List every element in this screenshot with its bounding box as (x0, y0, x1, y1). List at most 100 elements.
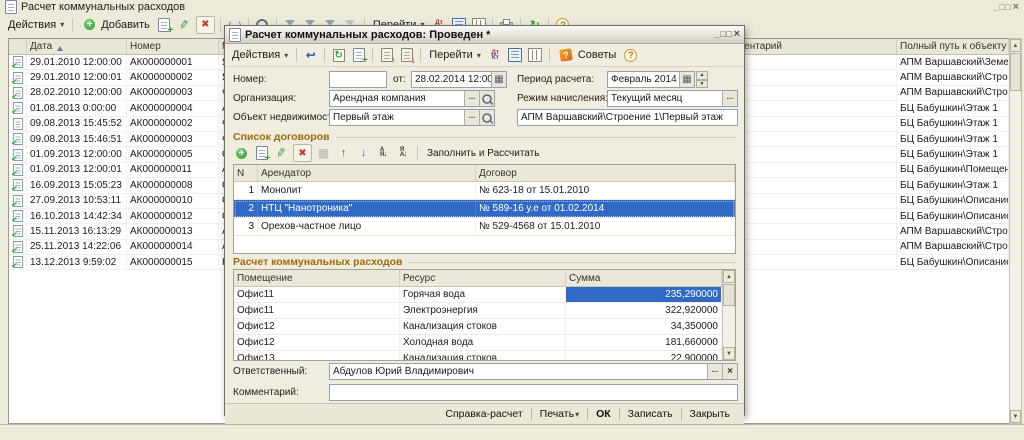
close-icon[interactable] (1013, 3, 1019, 12)
responsible-label: Ответственный: (233, 366, 307, 377)
calc-table-scrollbar[interactable]: ▲ ▼ (722, 270, 735, 360)
scroll-thumb[interactable] (1010, 53, 1021, 91)
calc-section-title: Расчет коммунальных расходов (225, 254, 744, 269)
date-field[interactable]: 28.02.2014 12:00:00 (411, 71, 507, 88)
copy-icon (353, 48, 365, 62)
table-row[interactable]: 2 НТЦ "Нанотроника" № 589-16 у.е от 01.0… (234, 200, 735, 218)
clear-icon[interactable] (722, 364, 737, 379)
table-row[interactable]: Офис12 Холодная вода 181,660000 (234, 335, 722, 351)
unpost-icon (401, 48, 413, 62)
post-button[interactable] (378, 47, 395, 63)
dialog-close-icon[interactable] (734, 30, 740, 39)
organization-field[interactable]: Арендная компания (329, 90, 495, 107)
contract-add-button[interactable] (233, 145, 250, 161)
delete-button[interactable] (196, 16, 215, 34)
close-button[interactable]: Закрыть (682, 408, 738, 420)
sort-asc-button[interactable]: АЯ (375, 145, 392, 161)
save-button[interactable]: Записать (620, 408, 681, 420)
spin-up-icon[interactable]: ▲ (696, 71, 708, 80)
copy-button[interactable] (156, 17, 173, 33)
add-button[interactable]: Добавить (78, 16, 153, 34)
column-n-header[interactable]: N (234, 165, 258, 181)
dialog-goto-menu-button[interactable]: Перейти (426, 48, 484, 62)
calendar-icon[interactable] (491, 72, 506, 87)
column-icon-header[interactable] (9, 39, 27, 54)
column-room-header[interactable]: Помещение (234, 270, 400, 286)
search-icon[interactable] (479, 110, 494, 125)
contract-grid-button[interactable] (315, 145, 332, 161)
dialog-minimize-icon[interactable] (715, 30, 720, 39)
dialog-actions-menu-button[interactable]: Действия (229, 48, 291, 62)
scroll-down-icon[interactable]: ▼ (723, 347, 735, 360)
responsible-field[interactable]: Абдулов Юрий Владимирович (329, 363, 738, 380)
edit-button[interactable] (176, 17, 193, 33)
spin-down-icon[interactable]: ▼ (696, 80, 708, 89)
tips-button[interactable]: Советы (555, 46, 619, 64)
comment-field[interactable] (329, 384, 738, 401)
dtkt-button[interactable]: ДтКт (487, 47, 504, 63)
mode-field[interactable]: Текущий месяц (607, 90, 738, 107)
search-icon[interactable] (479, 91, 494, 106)
column-path-header[interactable]: Полный путь к объекту (897, 39, 1009, 54)
document-status-icon (12, 210, 22, 222)
unpost-button[interactable] (398, 47, 415, 63)
sort-desc-button[interactable]: ЯА (395, 145, 412, 161)
contract-edit-button[interactable] (273, 145, 290, 161)
table-row[interactable]: Офис12 Канализация стоков 34,350000 (234, 319, 722, 335)
ok-button[interactable]: ОК (588, 408, 619, 420)
dialog-help-button[interactable] (622, 47, 639, 63)
fill-and-calculate-button[interactable]: Заполнить и Рассчитать (423, 148, 543, 159)
table-row[interactable]: Офис11 Горячая вода 235,290000 (234, 287, 722, 303)
status-strip (0, 424, 1024, 440)
calc-report-button[interactable]: Справка-расчет (437, 408, 530, 420)
number-field[interactable] (329, 71, 387, 88)
dialog-structure-button[interactable] (527, 47, 544, 63)
table-row[interactable]: 1 Монолит № 623-18 от 15.01.2010 (234, 182, 735, 200)
column-number-header[interactable]: Номер (127, 39, 219, 54)
cell-path: АПМ Варшавский\Строен... (897, 70, 1009, 84)
refresh-form-button[interactable] (330, 47, 347, 63)
scroll-up-icon[interactable]: ▲ (1010, 39, 1021, 52)
table-row[interactable]: 3 Орехов-частное лицо № 529-4568 от 15.0… (234, 218, 735, 236)
list-scrollbar[interactable]: ▲ ▼ (1009, 38, 1022, 424)
contracts-table: N Арендатор Договор 1 Монолит № 623-18 о… (233, 164, 736, 254)
actions-menu-button[interactable]: Действия (5, 18, 67, 32)
cell-number: АК000000004 (127, 101, 219, 115)
period-field[interactable]: Февраль 2014 (607, 71, 695, 88)
cell-tenant: НТЦ "Нанотроника" (258, 200, 476, 217)
scroll-down-icon[interactable]: ▼ (1010, 410, 1021, 423)
cell-number: АК000000014 (127, 240, 219, 254)
choose-icon[interactable] (707, 364, 722, 379)
choose-icon[interactable] (722, 91, 737, 106)
column-tenant-header[interactable]: Арендатор (258, 165, 476, 181)
cell-number: АК000000002 (127, 117, 219, 131)
comment-label: Комментарий: (233, 387, 299, 398)
column-date-header[interactable]: Дата (27, 39, 127, 54)
dialog-copy-button[interactable] (350, 47, 367, 63)
table-row[interactable]: Офис13 Канализация стоков 22,900000 (234, 351, 722, 360)
object-field[interactable]: Первый этаж (329, 109, 495, 126)
print-menu-button[interactable]: Печать (532, 408, 587, 420)
cell-number: АК000000015 (127, 255, 219, 269)
choose-icon[interactable] (464, 110, 479, 125)
minimize-icon[interactable] (994, 3, 999, 12)
scroll-thumb[interactable] (723, 284, 735, 306)
contract-delete-button[interactable] (293, 144, 312, 162)
table-row[interactable]: Офис11 Электроэнергия 322,920000 (234, 303, 722, 319)
choose-icon[interactable] (464, 91, 479, 106)
scroll-up-icon[interactable]: ▲ (723, 270, 735, 283)
move-up-button[interactable] (335, 145, 352, 161)
journal-icon (508, 48, 522, 62)
period-stepper[interactable]: ▲▼ (696, 71, 708, 88)
reread-button[interactable] (302, 47, 319, 63)
contract-copy-button[interactable] (253, 145, 270, 161)
cell-date: 29.01.2010 12:00:00 (27, 55, 127, 69)
calendar-icon[interactable] (679, 72, 694, 87)
column-amount-header[interactable]: Сумма (566, 270, 722, 286)
move-down-button[interactable] (355, 145, 372, 161)
column-contract-header[interactable]: Договор (476, 165, 735, 181)
column-resource-header[interactable]: Ресурс (400, 270, 566, 286)
sort-ascending-icon (57, 43, 63, 51)
dialog-journal-button[interactable] (507, 47, 524, 63)
dialog-titlebar[interactable]: Расчет коммунальных расходов: Проведен * (225, 26, 744, 44)
